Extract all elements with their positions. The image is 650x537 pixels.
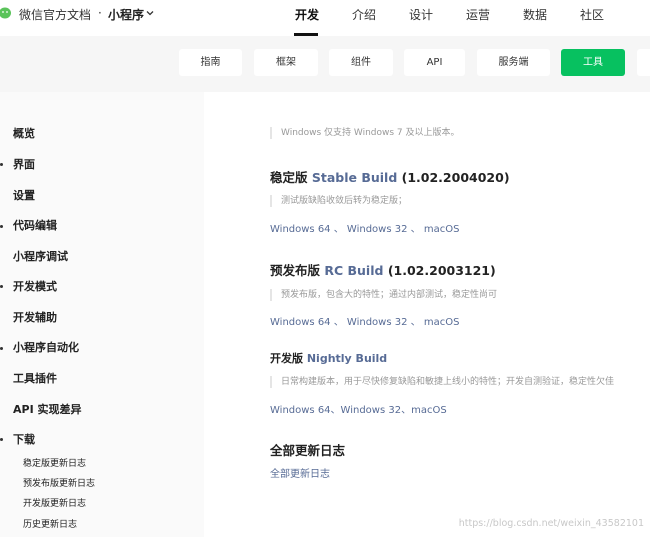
tab-guide[interactable]: 指南 xyxy=(179,49,242,76)
bullet-icon xyxy=(0,347,3,350)
nightly-win32-link[interactable]: Windows 32 xyxy=(341,405,402,416)
nav-operations[interactable]: 运营 xyxy=(466,6,490,23)
sidebar-subitem-stable-log[interactable]: 稳定版更新日志 xyxy=(23,456,86,469)
watermark: https://blog.csdn.net/weixin_43582101 xyxy=(458,518,644,529)
sidebar-item-interface[interactable]: 界面 xyxy=(13,156,35,172)
sidebar-item-overview[interactable]: 概览 xyxy=(13,125,35,141)
tab-api[interactable]: API xyxy=(404,49,465,76)
chevron-down-icon[interactable] xyxy=(146,9,154,17)
link-separator: 、 xyxy=(333,317,344,328)
tab-tools[interactable]: 工具 xyxy=(561,49,625,76)
sidebar-subitem-nightly-log[interactable]: 开发版更新日志 xyxy=(23,496,86,509)
stable-build-heading: 稳定版 Stable Build (1.02.2004020) xyxy=(270,167,510,186)
title-separator: · xyxy=(98,6,102,20)
tab-framework[interactable]: 框架 xyxy=(254,49,318,76)
rc-macos-link[interactable]: macOS xyxy=(424,317,460,328)
rc-download-links: Windows 64 、 Windows 32 、 macOS xyxy=(270,313,459,328)
heading-version: (1.02.2003121) xyxy=(383,263,496,278)
rc-win64-link[interactable]: Windows 64 xyxy=(270,317,331,328)
link-separator: 、 xyxy=(401,405,412,416)
nightly-download-links: Windows 64、Windows 32、macOS xyxy=(270,401,447,416)
top-navbar: 微信官方文档 · 小程序 开发 介绍 设计 运营 数据 社区 xyxy=(0,0,650,36)
heading-prefix: 稳定版 xyxy=(270,170,312,185)
stable-download-links: Windows 64 、 Windows 32 、 macOS xyxy=(270,220,459,235)
site-title[interactable]: 微信官方文档 xyxy=(19,6,91,23)
sidebar-item-settings[interactable]: 设置 xyxy=(13,187,35,203)
product-switcher[interactable]: 小程序 xyxy=(108,6,144,23)
windows-version-note: Windows 仅支持 Windows 7 及以上版本。 xyxy=(270,127,460,139)
stable-macos-link[interactable]: macOS xyxy=(424,224,460,235)
bullet-icon xyxy=(0,438,3,441)
sidebar-subitem-history-log[interactable]: 历史更新日志 xyxy=(23,517,77,530)
nav-design[interactable]: 设计 xyxy=(409,6,433,23)
bullet-icon xyxy=(0,225,3,228)
link-separator: 、 xyxy=(410,317,421,328)
sidebar-item-debug[interactable]: 小程序调试 xyxy=(13,248,68,264)
tab-overflow[interactable] xyxy=(637,49,650,76)
nav-community[interactable]: 社区 xyxy=(580,6,604,23)
sidebar-item-automation[interactable]: 小程序自动化 xyxy=(13,339,79,355)
sidebar-item-plugins[interactable]: 工具插件 xyxy=(13,370,57,386)
sidebar-item-download[interactable]: 下载 xyxy=(13,431,35,447)
nightly-macos-link[interactable]: macOS xyxy=(411,405,447,416)
tab-server[interactable]: 服务端 xyxy=(477,49,550,76)
sidebar-item-api-diff[interactable]: API 实现差异 xyxy=(13,401,82,417)
heading-name: Nightly Build xyxy=(306,352,388,365)
rc-build-note: 预发布版，包含大的特性；通过内部测试，稳定性尚可 xyxy=(270,289,497,301)
changelog-link[interactable]: 全部更新日志 xyxy=(270,469,330,480)
link-separator: 、 xyxy=(333,224,344,235)
sidebar-subitem-rc-log[interactable]: 预发布版更新日志 xyxy=(23,476,95,489)
heading-name: Stable Build xyxy=(311,170,398,185)
wechat-logo-icon[interactable] xyxy=(0,5,14,21)
heading-prefix: 开发版 xyxy=(270,352,307,365)
nightly-build-heading: 开发版 Nightly Build xyxy=(270,350,387,366)
nightly-build-note: 日常构建版本，用于尽快修复缺陷和敏捷上线小的特性；开发自测验证，稳定性欠佳 xyxy=(270,376,614,388)
sub-navbar: 指南 框架 组件 API 服务端 工具 xyxy=(0,36,650,92)
sidebar-item-dev-assist[interactable]: 开发辅助 xyxy=(13,309,57,325)
rc-build-heading: 预发布版 RC Build (1.02.2003121) xyxy=(270,260,496,279)
link-separator: 、 xyxy=(410,224,421,235)
stable-win32-link[interactable]: Windows 32 xyxy=(347,224,408,235)
changelog-heading: 全部更新日志 xyxy=(270,443,346,458)
changelog-links: 全部更新日志 xyxy=(270,465,330,480)
stable-win64-link[interactable]: Windows 64 xyxy=(270,224,331,235)
heading-name: RC Build xyxy=(324,263,384,278)
tab-components[interactable]: 组件 xyxy=(329,49,393,76)
link-separator: 、 xyxy=(330,405,341,416)
nightly-win64-link[interactable]: Windows 64 xyxy=(270,405,331,416)
bullet-icon xyxy=(0,163,3,166)
sidebar-item-dev-mode[interactable]: 开发模式 xyxy=(13,278,57,294)
rc-win32-link[interactable]: Windows 32 xyxy=(347,317,408,328)
heading-version: (1.02.2004020) xyxy=(397,170,510,185)
nav-dev[interactable]: 开发 xyxy=(295,6,319,23)
bullet-icon xyxy=(0,285,3,288)
nav-intro[interactable]: 介绍 xyxy=(352,6,376,23)
sidebar-item-code-editor[interactable]: 代码编辑 xyxy=(13,217,57,233)
stable-build-note: 测试版缺陷收敛后转为稳定版； xyxy=(270,195,407,207)
nav-data[interactable]: 数据 xyxy=(523,6,547,23)
heading-prefix: 预发布版 xyxy=(270,263,325,278)
